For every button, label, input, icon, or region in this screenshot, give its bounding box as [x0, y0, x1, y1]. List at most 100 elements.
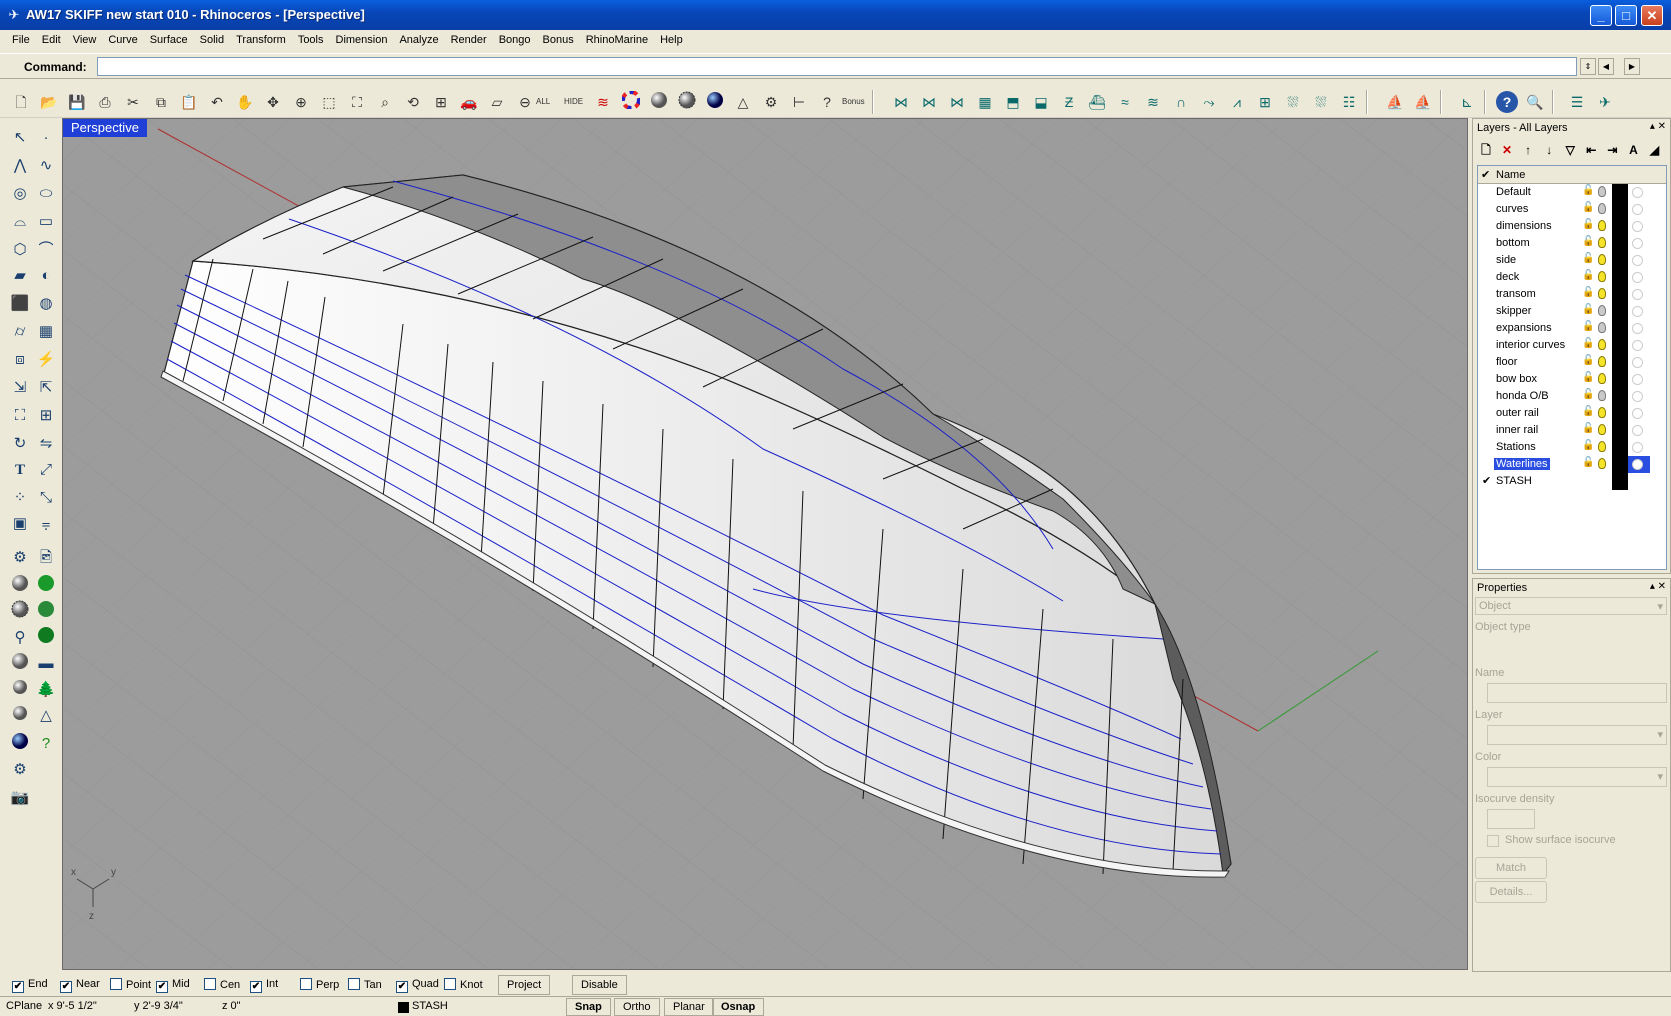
checkbox-icon[interactable]	[110, 978, 122, 990]
circle-icon[interactable]: ◎	[8, 182, 32, 206]
lock-icon[interactable]: 🔓	[1582, 372, 1594, 383]
layer-color-swatch[interactable]	[1612, 320, 1628, 337]
hide-button[interactable]: HIDE	[564, 97, 583, 106]
checkbox-icon[interactable]: ✔	[12, 981, 24, 993]
layers-panel-controls[interactable]: ▴ ✕	[1650, 121, 1666, 132]
object-select[interactable]: Object ▾	[1475, 597, 1667, 615]
menu-bonus[interactable]: Bonus	[537, 34, 580, 46]
checkbox-icon[interactable]: ✔	[156, 981, 168, 993]
layer-in-icon[interactable]: ⇥	[1603, 141, 1621, 159]
hull-lines-icon[interactable]: ≈	[1114, 91, 1136, 113]
texture-icon[interactable]: 🖻	[34, 546, 58, 570]
surface-grid-icon[interactable]: ▦	[974, 91, 996, 113]
menu-rhinomarine[interactable]: RhinoMarine	[580, 34, 654, 46]
dimension-linear-icon[interactable]: ⤢	[34, 458, 58, 482]
osnap-quad-checkbox[interactable]: ✔ Quad	[396, 978, 439, 993]
spotlight-icon[interactable]: △	[732, 91, 754, 113]
isocurve-density-stepper[interactable]	[1487, 809, 1535, 829]
copy-icon[interactable]: ⧉	[150, 91, 172, 113]
filter-icon[interactable]: ▽	[1561, 141, 1579, 159]
checkbox-icon[interactable]	[300, 978, 312, 990]
light-bulb-icon[interactable]	[1598, 271, 1606, 282]
light-bulb-icon[interactable]	[1598, 339, 1606, 350]
light-bulb-icon[interactable]	[1598, 373, 1606, 384]
zoom-extents-icon[interactable]: ⛶	[346, 91, 368, 113]
undo-view-icon[interactable]: ⟲	[402, 91, 424, 113]
layer-row[interactable]: curves 🔓	[1478, 201, 1666, 218]
osnap-mid-checkbox[interactable]: ✔ Mid	[156, 978, 190, 993]
osnap-int-checkbox[interactable]: ✔ Int	[250, 978, 278, 993]
arc-icon[interactable]: ⌓	[8, 210, 32, 234]
light-bulb-icon[interactable]	[1598, 305, 1606, 316]
light-bulb-icon[interactable]	[1598, 424, 1606, 435]
tree-icon[interactable]: 🌲	[34, 678, 58, 702]
lock-icon[interactable]: 🔓	[1582, 304, 1594, 315]
zoom-selected-icon[interactable]: ⌕	[374, 91, 396, 113]
name-field[interactable]	[1487, 683, 1667, 703]
blue-globe-icon[interactable]	[8, 732, 32, 756]
properties-panel-controls[interactable]: ▴ ✕	[1650, 581, 1666, 592]
lock-icon[interactable]: 🔓	[1582, 406, 1594, 417]
new-file-icon[interactable]: 🗋	[10, 91, 32, 113]
snap-toggle[interactable]: Snap	[566, 998, 611, 1016]
ortho-toggle[interactable]: Ortho	[614, 998, 660, 1016]
shade-sphere-icon[interactable]	[8, 574, 32, 598]
layer-color-swatch[interactable]	[1612, 286, 1628, 303]
layer-row[interactable]: Stations 🔓	[1478, 439, 1666, 456]
box-icon[interactable]: ⬛	[8, 292, 32, 316]
command-scroll-icon[interactable]: ⇕	[1580, 58, 1596, 75]
layer-font-icon[interactable]: A	[1624, 141, 1642, 159]
layer-row[interactable]: transom 🔓	[1478, 286, 1666, 303]
osnap-knot-checkbox[interactable]: Knot	[444, 978, 483, 991]
boat-check-icon[interactable]: ⛵	[1412, 91, 1434, 113]
layer-name[interactable]: skipper	[1496, 305, 1531, 317]
light-bulb-icon[interactable]	[1598, 390, 1606, 401]
scale-icon[interactable]: ⛶	[8, 404, 32, 428]
trim-icon[interactable]: ⚡	[34, 348, 58, 372]
layer-name[interactable]: STASH	[1496, 475, 1532, 487]
checkbox-icon[interactable]	[348, 978, 360, 990]
material-icon[interactable]	[1632, 408, 1643, 419]
array-icon[interactable]: ⊞	[34, 404, 58, 428]
move-layer-up-icon[interactable]: ↑	[1519, 141, 1537, 159]
match-button[interactable]: Match	[1475, 857, 1547, 879]
material-icon[interactable]	[1632, 306, 1643, 317]
light-bulb-icon[interactable]	[1598, 458, 1606, 469]
layer-color-swatch[interactable]	[1612, 218, 1628, 235]
four-viewports-icon[interactable]: ⊞	[430, 91, 452, 113]
osnap-toggle[interactable]: Osnap	[712, 998, 765, 1016]
layer-row[interactable]: inner rail 🔓	[1478, 422, 1666, 439]
layer-name[interactable]: bow box	[1496, 373, 1537, 385]
surface-icon[interactable]: ▰	[8, 264, 32, 288]
layer-color-swatch[interactable]	[1612, 252, 1628, 269]
lock-icon[interactable]: 🔓	[1582, 287, 1594, 298]
green-sphere-icon[interactable]	[34, 626, 58, 650]
layer-color-swatch[interactable]	[1612, 405, 1628, 422]
pan-hand-icon[interactable]: ✋	[234, 91, 256, 113]
light-bulb-icon[interactable]	[1598, 322, 1606, 333]
render-help-icon[interactable]: ?	[34, 732, 58, 756]
material-icon[interactable]	[1632, 272, 1643, 283]
menu-dimension[interactable]: Dimension	[330, 34, 394, 46]
material-icon[interactable]	[1632, 357, 1643, 368]
layer-color-swatch[interactable]	[1612, 184, 1628, 201]
layer-name[interactable]: Stations	[1496, 441, 1536, 453]
checkbox-icon[interactable]: ✔	[60, 981, 72, 993]
layer-row[interactable]: deck 🔓	[1478, 269, 1666, 286]
hull-waves-icon[interactable]: ≋	[1142, 91, 1164, 113]
help-icon[interactable]: ?	[1496, 91, 1518, 113]
light-bulb-icon[interactable]	[1598, 288, 1606, 299]
layer-name[interactable]: honda O/B	[1496, 390, 1549, 402]
menu-curve[interactable]: Curve	[102, 34, 143, 46]
material-icon[interactable]	[1632, 374, 1643, 385]
project-button[interactable]: Project	[498, 975, 551, 995]
measure-icon[interactable]: ⊾	[1456, 91, 1478, 113]
move-icon[interactable]: ⇲	[8, 376, 32, 400]
layer-color-swatch[interactable]	[1612, 422, 1628, 439]
green-save-icon[interactable]	[34, 574, 58, 598]
text-icon[interactable]: T	[8, 458, 32, 482]
hydro-icon[interactable]: ⛆	[1282, 91, 1304, 113]
rotate-view-icon[interactable]: ✥	[262, 91, 284, 113]
material-icon[interactable]	[1632, 187, 1643, 198]
lock-icon[interactable]: 🔓	[1582, 457, 1594, 468]
